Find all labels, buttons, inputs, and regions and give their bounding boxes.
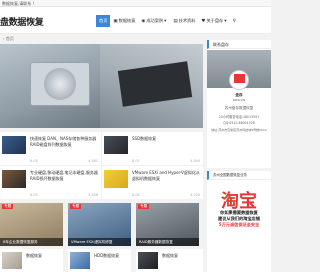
nav-home-label: 首页 [99,18,108,23]
nav-home[interactable]: 首页 [96,15,111,27]
search-icon: ⚲ [232,18,236,24]
contact-box: 联系盘存 盘存 PANCUN 苏州盘存数据恢复 24小时服务电话:1801359… [207,40,271,168]
qq-number: QQ:0512-68001526 [223,121,255,125]
document-icon: ▤ [173,18,178,24]
slider-hdd-platter [44,68,76,100]
nav-data-recovery-label: 数据恢复 [118,18,136,23]
article-views: 4,200 [190,193,200,197]
article-title[interactable]: VMware ESXi and Hyper-V虚拟化从虚拟机数据恢复 [132,170,200,181]
ad-box[interactable]: 苏州全国数据恢复业务 淘宝 你如果需要数据恢复 建议从我们的淘宝店铺 5万元诚信… [207,171,271,272]
nav-data-recovery[interactable]: ▣ 数据恢复 [110,15,138,27]
article-thumbnail [2,170,26,188]
article-thumbnail [2,136,26,154]
contact-box-title: 联系盘存 [207,40,271,49]
tile-tag: 专题 [70,204,82,209]
article-views: 4,546 [88,193,98,197]
top-notice-bar: 数据恢复,请联系 ! [0,0,271,7]
article-card[interactable]: 数据恢复 [136,249,203,272]
article-date: 8-07 [132,159,140,163]
article-views: 4,340 [190,159,200,163]
company-name: 苏州盘存数据恢复 [224,106,254,110]
feature-tile[interactable]: 专题 VMware ESXi虚拟机修复 [68,203,131,246]
hero-slider[interactable] [0,44,203,128]
chevron-down-icon: ▾ [224,18,227,24]
nav-cases-label: 成功案例 [146,18,164,23]
search-button[interactable]: ⚲ [231,15,239,27]
nav-tech-docs-label: 技术资料 [178,18,196,23]
nav-cases[interactable]: ◉ 成功案例 ▾ [138,15,170,27]
brand-logo-mark [234,74,245,83]
brand-name-en: PANCUN [232,98,246,102]
tile-caption: 8年企业数据恢复服务 [0,238,63,246]
nav-about-label: 关于盘存 [206,18,224,23]
target-icon: ◉ [141,18,146,24]
article-views: 4,561 [88,159,98,163]
article-thumbnail [2,252,22,269]
article-thumbnail [104,136,128,154]
sidebar: 联系盘存 盘存 PANCUN 苏州盘存数据恢复 24小时服务电话:1801359… [207,40,271,272]
article-card[interactable]: 专业硬盘,移动硬盘,笔记本硬盘,服务器RAID损坏数据恢复 8-03 4,546 [0,166,101,199]
nav-about[interactable]: ♥ 关于盘存 ▾ [198,15,230,27]
article-thumbnail [104,170,128,188]
company-address: 地址:苏州市高新区苏州科技城9号楼0512 [211,128,267,132]
tile-tag: 专题 [138,204,150,209]
article-date: 8-03 [30,159,38,163]
article-meta: 8-03 4,546 [30,193,98,197]
article-date: 8-04 [132,193,140,197]
ad-banner[interactable]: 淘宝 你如果需要数据恢复 建议从我们的淘宝店铺 5万元诚信保证金安全 [207,183,271,231]
article-card[interactable]: SSD数据恢复 8-07 4,340 [102,132,203,165]
article-meta: 8-03 4,561 [30,159,98,163]
article-thumbnail [70,252,90,269]
tile-tag: 专题 [2,204,14,209]
article-card[interactable]: HDD数据恢复 [68,249,131,272]
box-icon: ▣ [113,18,118,24]
article-thumbnail [138,252,158,269]
article-card[interactable]: 数据恢复 [0,249,63,272]
article-meta: 8-07 4,340 [132,159,200,163]
breadcrumb[interactable]: › 首页 [0,36,200,42]
chevron-down-icon: ▾ [164,18,167,24]
article-title[interactable]: 数据恢复 [162,253,178,259]
service-phone: 24小时服务电话:18013597 [218,115,260,119]
article-card[interactable]: VMware ESXi and Hyper-V虚拟化从虚拟机数据恢复 8-04 … [102,166,203,199]
article-card[interactable]: 快速恢复 DAN、NAS存储各种服务器RAID磁盘阵列数据恢复 8-03 4,5… [0,132,101,165]
tile-caption: RAID服务器数据恢复 [136,238,199,246]
article-title[interactable]: HDD数据恢复 [94,253,119,259]
brand-logo [229,70,249,90]
ad-box-title: 苏州全国数据恢复业务 [207,171,271,180]
article-title[interactable]: SSD数据恢复 [132,136,200,142]
ad-line-3: 5万元诚信保证金安全 [218,222,260,227]
article-title[interactable]: 数据恢复 [26,253,42,259]
main-nav: 首页 ▣ 数据恢复 ◉ 成功案例 ▾ ▤ 技术资料 ♥ 关于盘存 ▾ ⚲ [96,15,239,27]
nav-tech-docs[interactable]: ▤ 技术资料 [170,15,198,27]
heart-icon: ♥ [201,18,206,24]
feature-tile[interactable]: 专题 8年企业数据恢复服务 [0,203,63,246]
article-title[interactable]: 专业硬盘,移动硬盘,笔记本硬盘,服务器RAID损坏数据恢复 [30,170,98,181]
article-date: 8-03 [30,193,38,197]
article-meta: 8-04 4,200 [132,193,200,197]
tile-caption: VMware ESXi虚拟机修复 [68,238,131,246]
site-logo[interactable]: 盘数据恢复 [0,15,44,28]
site-header: 盘数据恢复 首页 ▣ 数据恢复 ◉ 成功案例 ▾ ▤ 技术资料 ♥ 关于盘存 ▾… [0,7,271,34]
feature-tile[interactable]: 专题 RAID服务器数据恢复 [136,203,199,246]
article-title[interactable]: 快速恢复 DAN、NAS存储各种服务器RAID磁盘阵列数据恢复 [30,136,98,147]
